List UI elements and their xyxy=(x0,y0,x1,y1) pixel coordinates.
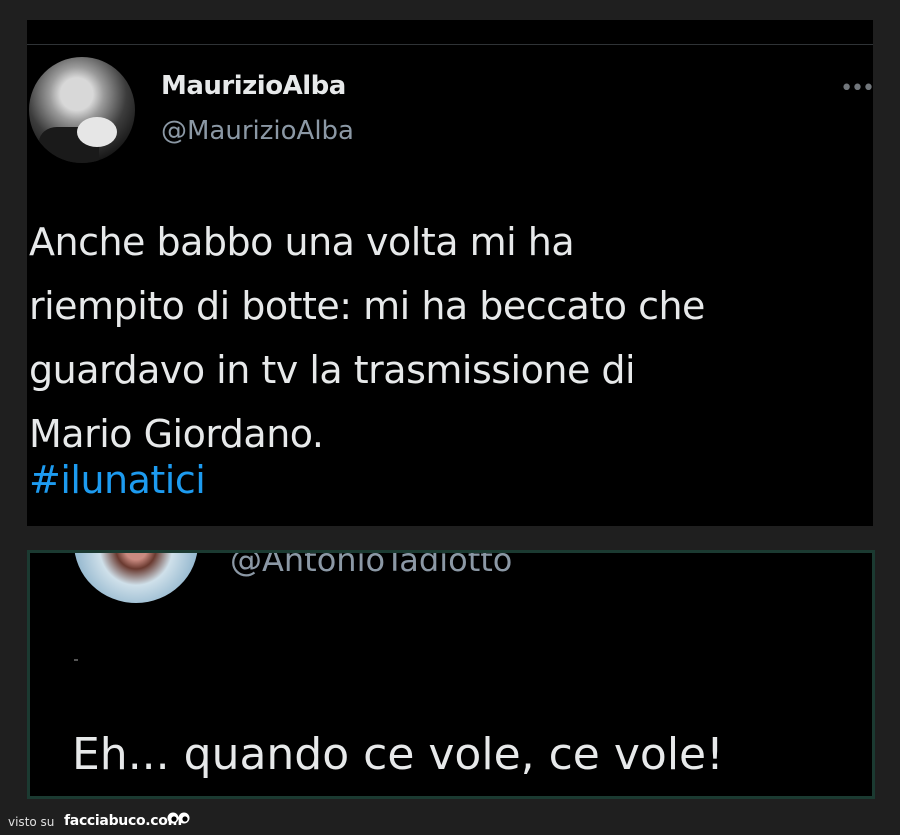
user-handle[interactable]: @AntonioTadiotto xyxy=(230,553,512,579)
watermark-footer: visto su facciabuco.com xyxy=(0,805,900,835)
tweet-text-line: Anche babbo una volta mi ha xyxy=(29,220,575,264)
tweet-text-line: guardavo in tv la trasmissione di xyxy=(29,348,636,392)
avatar[interactable] xyxy=(74,553,198,603)
user-handle[interactable]: @MaurizioAlba xyxy=(161,116,354,146)
avatar[interactable] xyxy=(29,57,135,163)
more-horizontal-icon[interactable]: ••• xyxy=(840,78,873,100)
display-name[interactable]: MaurizioAlba xyxy=(161,71,346,101)
site-logo[interactable]: facciabuco.com xyxy=(64,813,182,829)
visto-label: visto su xyxy=(8,815,55,829)
tweet-text-line: riempito di botte: mi ha beccato che xyxy=(29,284,705,328)
reply-text: Eh... quando ce vole, ce vole! xyxy=(72,729,724,780)
avatar-baby xyxy=(77,117,117,147)
tweet-card: MaurizioAlba @MaurizioAlba ••• Anche bab… xyxy=(27,20,873,526)
tweet-text: Anche babbo una volta mi ha riempito di … xyxy=(29,210,869,466)
reply-card: @AntonioTadiotto Eh... quando ce vole, c… xyxy=(27,550,875,799)
divider xyxy=(74,659,78,661)
eyes-icon xyxy=(167,812,190,824)
hashtag-link[interactable]: #ilunatici xyxy=(29,458,206,502)
divider xyxy=(27,44,873,45)
tweet-text-line: Mario Giordano. xyxy=(29,412,324,456)
